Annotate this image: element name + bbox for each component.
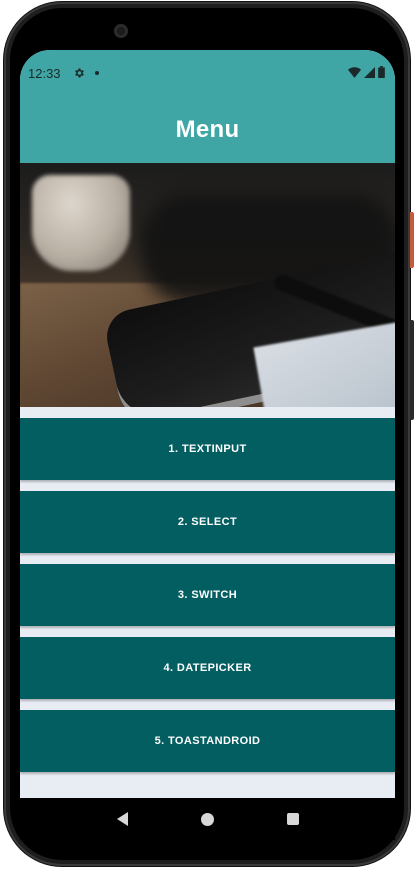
volume-button (410, 320, 414, 420)
app-bar: Menu (20, 96, 395, 163)
back-icon[interactable] (116, 812, 128, 826)
menu-button-datepicker[interactable]: 4. DATEPICKER (20, 637, 395, 699)
page-title: Menu (175, 115, 240, 143)
signal-icon (364, 66, 375, 78)
menu-button-toastandroid[interactable]: 5. TOASTANDROID (20, 710, 395, 772)
menu-list: 1. TEXTINPUT 2. SELECT 3. SWITCH 4. DATE… (20, 407, 395, 772)
system-navigation-bar (20, 798, 395, 840)
power-button (410, 212, 414, 268)
status-bar: 12:33 (20, 50, 395, 96)
hero-image (20, 163, 395, 407)
gear-icon (74, 68, 84, 78)
menu-button-select[interactable]: 2. SELECT (20, 491, 395, 553)
wifi-icon (348, 66, 361, 78)
menu-button-textinput[interactable]: 1. TEXTINPUT (20, 418, 395, 480)
home-icon[interactable] (200, 812, 214, 826)
recent-apps-icon[interactable] (286, 813, 299, 825)
menu-button-switch[interactable]: 3. SWITCH (20, 564, 395, 626)
status-time: 12:33 (28, 65, 61, 81)
front-camera-icon (114, 24, 128, 38)
status-icons (348, 66, 385, 78)
hero-coffee-cup (32, 175, 130, 271)
app-screen: 12:33 Menu 1. TEXTINPUT 2. SELECT 3. SWI… (20, 50, 395, 798)
battery-icon (378, 66, 385, 78)
notification-dot-icon (94, 71, 99, 75)
